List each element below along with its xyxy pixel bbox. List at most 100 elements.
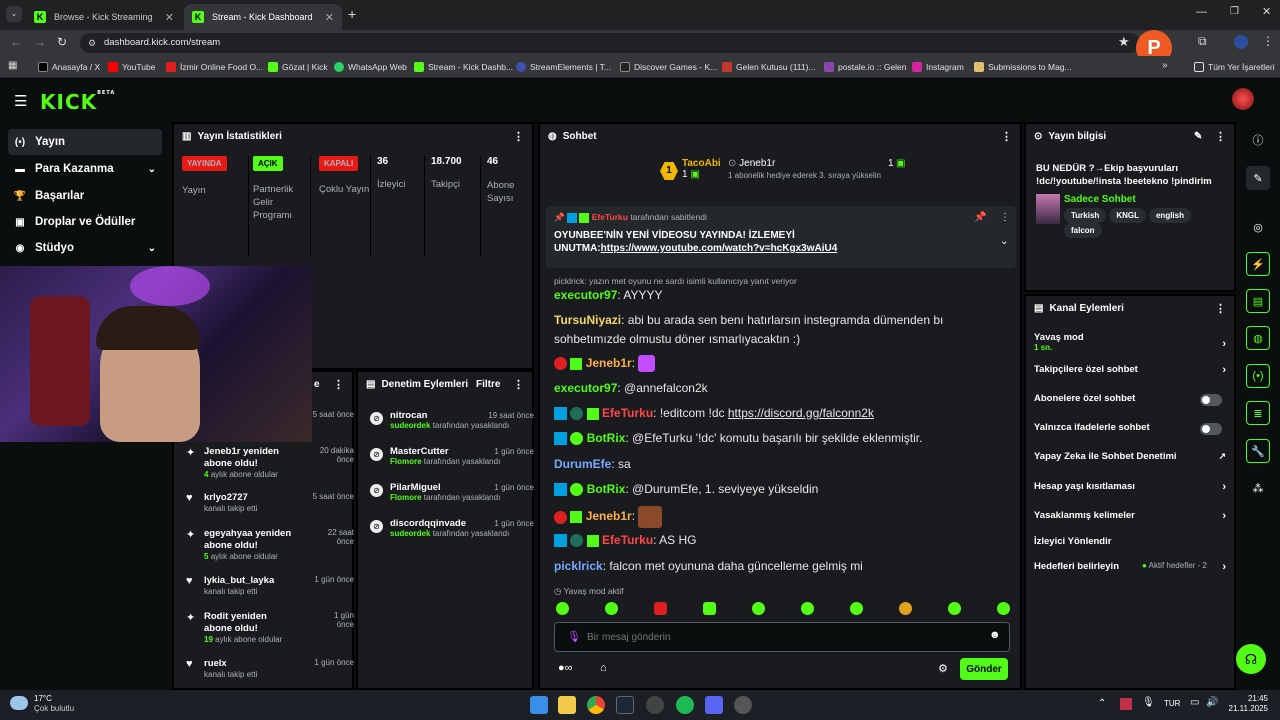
bookmark-item[interactable]: Submissions to Mag... xyxy=(974,59,1072,75)
send-button[interactable]: Gönder xyxy=(960,658,1008,680)
emote-button[interactable] xyxy=(948,602,961,615)
support-button[interactable]: ☊ xyxy=(1236,644,1266,674)
action-goals[interactable]: Hedefleri belirleyin ● Aktif hedefler - 2… xyxy=(1034,561,1230,573)
tag[interactable]: falcon xyxy=(1064,223,1102,238)
users-icon[interactable]: ⁂ xyxy=(1246,476,1270,500)
bookmark-item[interactable]: StreamElements | T... xyxy=(516,59,611,75)
bookmark-star-icon[interactable]: ★ xyxy=(1118,34,1130,50)
bookmark-item[interactable]: Gözat | Kick xyxy=(268,59,328,75)
more-options-icon[interactable]: ⋮ xyxy=(513,378,524,391)
pinned-link[interactable]: https://www.youtube.com/watch?v=hcKgx3wA… xyxy=(601,243,838,254)
emote-button[interactable] xyxy=(850,602,863,615)
volume-icon[interactable]: 🔊 xyxy=(1206,697,1218,708)
subscribers-only-toggle[interactable] xyxy=(1200,394,1222,406)
broadcast-icon[interactable]: (•) xyxy=(1246,364,1270,388)
maximize-icon[interactable]: ❐ xyxy=(1230,6,1239,17)
clock[interactable]: 21:45 21.11.2025 xyxy=(1226,694,1268,714)
tray-overflow-icon[interactable]: ⌃ xyxy=(1098,698,1106,709)
all-bookmarks-button[interactable]: Tüm Yer İşaretleri xyxy=(1194,59,1275,75)
chevron-down-icon[interactable]: ⌄ xyxy=(1000,236,1008,247)
bookmark-item[interactable]: YouTube xyxy=(108,59,155,75)
sidebar-item-studyo[interactable]: ◉ Stüdyo ⌄ xyxy=(8,235,162,261)
microphone-icon[interactable]: 🎙 xyxy=(567,630,581,643)
emote-button[interactable] xyxy=(654,602,667,615)
discord-icon[interactable] xyxy=(705,696,723,714)
bookmark-item[interactable]: İzmir Online Food O... xyxy=(166,59,263,75)
action-slow-mode[interactable]: Yavaş mod 1 sn. › xyxy=(1034,332,1230,358)
tab-search-button[interactable]: ⌄ xyxy=(6,6,22,22)
bookmark-item[interactable]: Anasayfa / X xyxy=(38,59,100,75)
reload-icon[interactable]: ↻ xyxy=(57,35,67,49)
more-bookmarks-icon[interactable]: » xyxy=(1162,60,1168,71)
chat-link[interactable]: https://discord.gg/falconn2k xyxy=(728,406,874,420)
more-options-icon[interactable]: ⋮ xyxy=(1215,302,1226,315)
store-icon[interactable]: ⌂ xyxy=(600,662,607,674)
site-info-icon[interactable]: ⚙ xyxy=(88,33,96,53)
pinned-message[interactable]: 📌 EfeTurku tarafından sabitlendi OYUNBEE… xyxy=(546,206,1016,268)
new-tab-button[interactable]: + xyxy=(348,6,356,22)
file-explorer-icon[interactable] xyxy=(558,696,576,714)
kick-logo[interactable]: KICKBETA xyxy=(40,90,115,114)
close-tab-icon[interactable]: ✕ xyxy=(325,11,334,24)
more-options-icon[interactable]: ⋮ xyxy=(1001,130,1012,143)
more-options-icon[interactable]: ⋮ xyxy=(333,378,344,391)
wrench-icon[interactable]: 🔧 xyxy=(1246,439,1270,463)
sidebar-item-droplar[interactable]: ▣ Droplar ve Ödüller xyxy=(8,209,162,235)
stack-icon[interactable]: ≣ xyxy=(1246,401,1270,425)
action-ai-moderation[interactable]: Yapay Zeka ile Sohbet Denetimi ↗ xyxy=(1034,451,1230,462)
close-window-icon[interactable]: ✕ xyxy=(1262,5,1271,18)
back-icon[interactable]: ← xyxy=(10,35,22,49)
tag[interactable]: Turkish xyxy=(1064,208,1107,223)
emotes-only-toggle[interactable] xyxy=(1200,423,1222,435)
app-icon[interactable] xyxy=(734,696,752,714)
network-icon[interactable]: ▭ xyxy=(1190,697,1199,708)
unpin-icon[interactable]: 📌 xyxy=(974,212,986,223)
apps-grid-icon[interactable]: ▦ xyxy=(8,60,17,71)
mic-tray-icon[interactable]: 🎙 xyxy=(1142,697,1155,708)
tray-app-icon[interactable] xyxy=(1120,698,1132,710)
steam-icon[interactable] xyxy=(616,696,634,714)
category-name[interactable]: Sadece Sohbet xyxy=(1064,194,1136,205)
obs-icon[interactable] xyxy=(646,696,664,714)
emote-button[interactable] xyxy=(605,602,618,615)
chrome-icon[interactable] xyxy=(587,696,605,714)
bookmark-item[interactable]: WhatsApp Web xyxy=(334,59,407,75)
weather-icon[interactable] xyxy=(10,696,28,710)
bookmark-item[interactable]: Discover Games - K... xyxy=(620,59,717,75)
user-avatar[interactable] xyxy=(1232,88,1254,110)
extensions-icon[interactable]: ⧉ xyxy=(1198,34,1207,49)
url-bar[interactable]: ⚙ dashboard.kick.com/stream xyxy=(80,33,1140,53)
action-emotes-only[interactable]: Yalnızca ifadelerle sohbet xyxy=(1034,422,1230,435)
emote-button[interactable] xyxy=(752,602,765,615)
tag[interactable]: KNGL xyxy=(1109,208,1146,223)
spotify-icon[interactable] xyxy=(676,696,694,714)
close-tab-icon[interactable]: ✕ xyxy=(165,11,174,24)
tab-dashboard[interactable]: K Stream - Kick Dashboard ✕ xyxy=(184,4,342,30)
info-icon[interactable]: ⓘ xyxy=(1246,128,1270,152)
filter-button[interactable]: Filtre xyxy=(476,379,500,390)
bookmark-item[interactable]: Instagram xyxy=(912,59,964,75)
edit-pencil-icon[interactable]: ✎ xyxy=(1194,131,1202,142)
action-subscribers-only[interactable]: Abonelere özel sohbet xyxy=(1034,393,1230,406)
more-options-icon[interactable]: ⋮ xyxy=(513,130,524,143)
more-options-icon[interactable]: ⋮ xyxy=(1000,212,1010,223)
bookmark-item[interactable]: postale.io :: Gelen xyxy=(824,59,907,75)
emoji-icon[interactable]: ☻ xyxy=(989,629,1001,641)
tab-browse[interactable]: K Browse - Kick Streaming ✕ xyxy=(26,4,182,30)
action-banned-words[interactable]: Yasaklanmış kelimeler › xyxy=(1034,510,1230,522)
hamburger-menu-icon[interactable]: ☰ xyxy=(14,92,27,110)
language-indicator[interactable]: TUR xyxy=(1164,699,1180,708)
profile-avatar[interactable] xyxy=(1234,35,1248,49)
browser-menu-icon[interactable]: ⋮ xyxy=(1262,34,1274,48)
bolt-icon[interactable]: ⚡ xyxy=(1246,252,1270,276)
emote-button[interactable] xyxy=(556,602,569,615)
emote-button[interactable] xyxy=(899,602,912,615)
edit-icon[interactable]: ✎ xyxy=(1246,166,1270,190)
chat-input[interactable] xyxy=(587,629,967,645)
action-account-age[interactable]: Hesap yaşı kısıtlaması › xyxy=(1034,481,1230,493)
emote-button[interactable] xyxy=(801,602,814,615)
forward-icon[interactable]: → xyxy=(34,35,46,49)
chat-input-box[interactable]: 🎙 ☻ xyxy=(554,622,1010,652)
sidebar-item-basarilar[interactable]: 🏆 Başarılar xyxy=(8,183,162,209)
kicks-icon[interactable]: ●∞ xyxy=(558,662,573,674)
